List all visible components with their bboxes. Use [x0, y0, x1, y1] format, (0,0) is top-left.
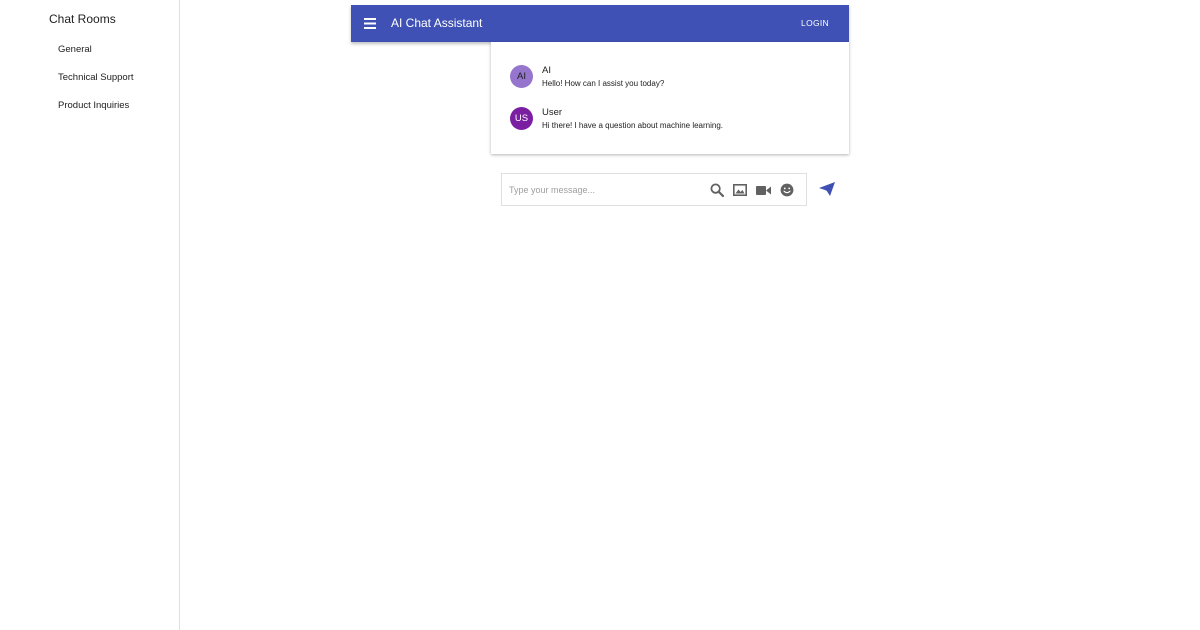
message-author: User — [542, 107, 563, 118]
send-button[interactable] — [818, 180, 836, 198]
search-button[interactable] — [709, 182, 725, 198]
app-bar: AI Chat Assistant LOGIN — [351, 5, 849, 42]
login-button[interactable]: LOGIN — [801, 18, 829, 28]
avatar-ai: AI — [510, 65, 533, 88]
message-text: Hi there! I have a question about machin… — [542, 121, 724, 130]
video-button[interactable] — [755, 182, 771, 198]
message-author: AI — [542, 65, 551, 76]
message-item: AI AI Hello! How can I assist you today? — [510, 65, 840, 89]
sidebar-item-product-inquiries[interactable]: Product Inquiries — [0, 92, 179, 120]
send-icon — [819, 182, 835, 196]
image-icon — [733, 184, 747, 196]
menu-icon — [364, 18, 376, 29]
sidebar: Chat Rooms General Technical Support Pro… — [0, 0, 180, 630]
image-button[interactable] — [732, 182, 748, 198]
video-icon — [755, 185, 771, 195]
search-icon — [710, 183, 724, 197]
room-list: General Technical Support Product Inquir… — [0, 36, 179, 120]
emoji-button[interactable] — [779, 182, 795, 198]
sidebar-item-technical-support[interactable]: Technical Support — [0, 64, 179, 92]
chat-message-list: AI AI Hello! How can I assist you today?… — [491, 42, 849, 154]
menu-button[interactable] — [363, 15, 377, 32]
emoji-icon — [780, 183, 794, 197]
message-item: US User Hi there! I have a question abou… — [510, 107, 840, 131]
message-composer — [501, 173, 807, 206]
avatar-user: US — [510, 107, 533, 130]
sidebar-item-general[interactable]: General — [0, 36, 179, 64]
message-input[interactable] — [509, 182, 699, 198]
app-title: AI Chat Assistant — [391, 16, 483, 30]
sidebar-title: Chat Rooms — [49, 12, 116, 26]
message-text: Hello! How can I assist you today? — [542, 79, 665, 88]
